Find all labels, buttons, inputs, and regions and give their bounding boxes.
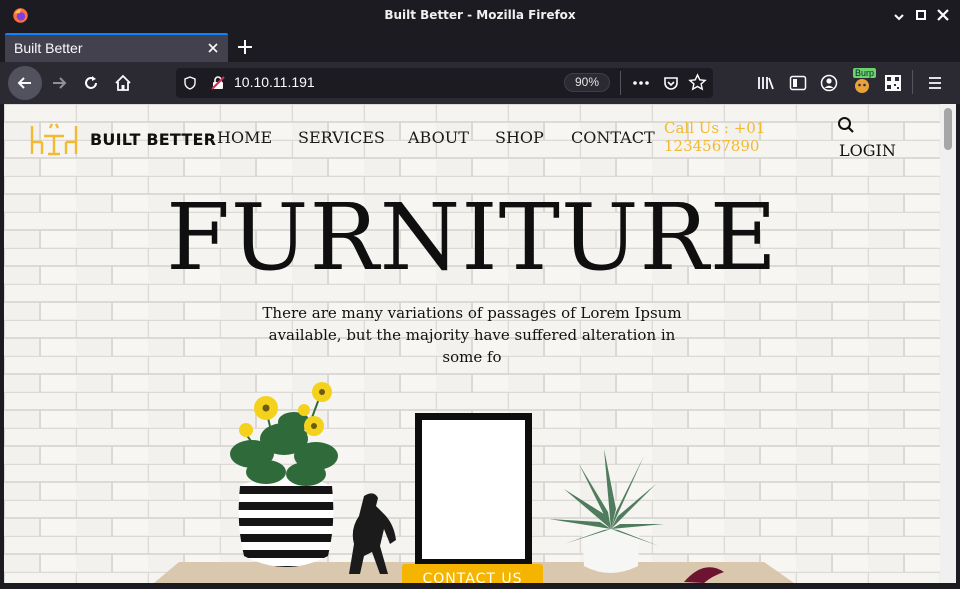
zoom-level[interactable]: 90% [564,73,610,92]
page-viewport: BUILT BETTER HOME SERVICES ABOUT SHOP CO… [4,104,940,583]
bookmark-star-icon[interactable] [688,73,707,92]
tab-built-better[interactable]: Built Better [5,33,228,62]
burp-badge: Burp [853,68,877,78]
account-icon[interactable] [820,74,838,92]
hamburger-menu-icon[interactable] [927,75,943,91]
window-bottom-edge [0,583,960,589]
window-title: Built Better - Mozilla Firefox [384,8,576,22]
tab-label: Built Better [14,40,83,56]
furniture-scene-illustration [154,382,794,583]
pocket-icon[interactable] [662,74,680,92]
toolbar-divider [912,70,913,94]
window-titlebar: Built Better - Mozilla Firefox [0,0,960,31]
urlbar-divider [620,71,621,95]
forward-button[interactable] [44,68,74,98]
tab-bar: Built Better [0,31,960,62]
back-arrow-icon [17,77,31,89]
back-button[interactable] [8,66,42,100]
tracking-shield-icon[interactable] [183,76,197,90]
contact-us-button[interactable]: CONTACT US [402,564,543,583]
sidebar-icon[interactable] [789,75,807,91]
reload-icon [85,76,97,89]
url-bar[interactable]: 10.10.11.191 90% [176,68,713,98]
url-text[interactable]: 10.10.11.191 [234,74,315,90]
library-icon[interactable] [757,75,775,91]
page-actions-icon[interactable] [632,75,650,91]
foxyproxy-icon[interactable] [852,75,872,95]
forward-arrow-icon [53,77,67,89]
scrollbar-thumb[interactable] [944,108,952,150]
home-icon [115,74,131,91]
navigation-toolbar: 10.10.11.191 90% Burp [0,62,960,104]
page-scrollbar[interactable] [940,104,956,583]
close-window-icon[interactable] [934,6,952,24]
new-tab-icon[interactable] [236,38,254,56]
striped-vase [238,476,334,567]
minimize-icon[interactable] [890,6,908,24]
insecure-lock-icon[interactable] [210,75,226,91]
close-tab-icon[interactable] [206,41,220,55]
qr-code-icon[interactable] [884,74,902,92]
reload-button[interactable] [76,68,106,98]
maximize-icon[interactable] [912,6,930,24]
home-button[interactable] [108,68,138,98]
